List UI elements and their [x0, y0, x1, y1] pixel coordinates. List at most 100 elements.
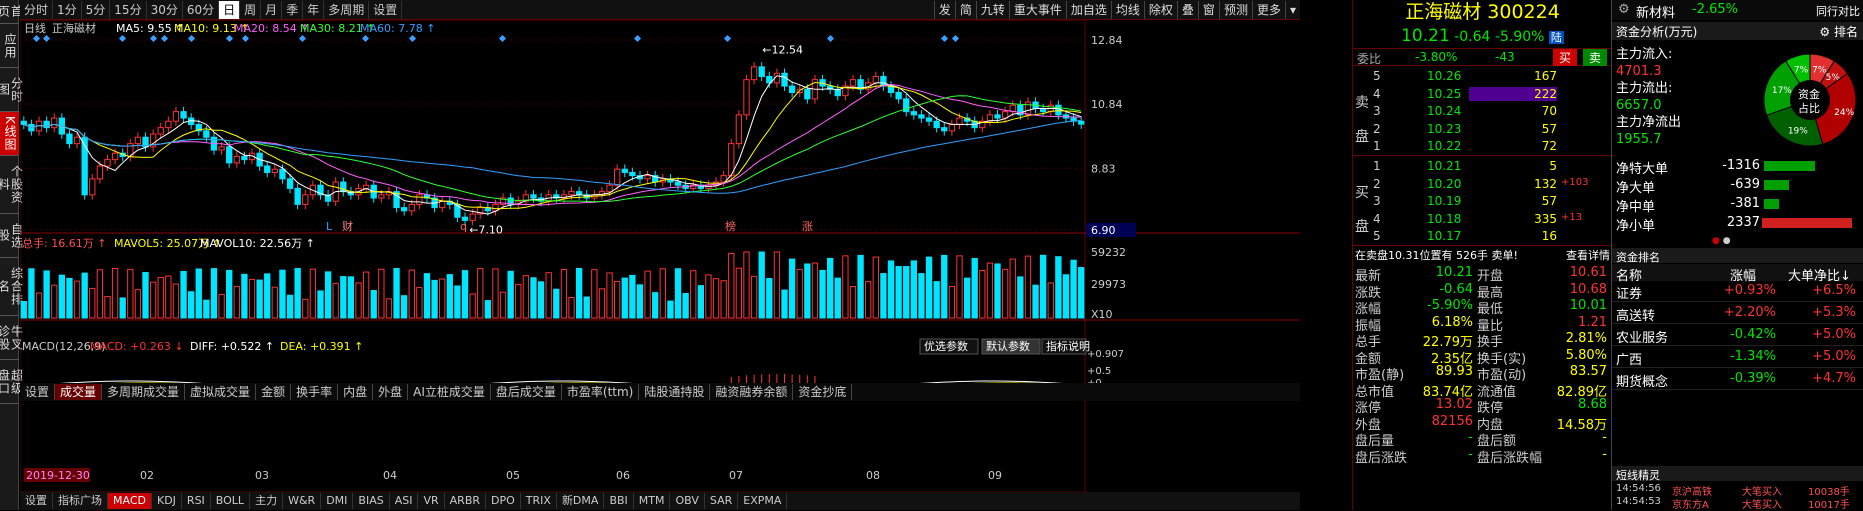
vol-tab[interactable]: 内盘 — [338, 384, 374, 400]
tool-button[interactable]: 均线 — [1110, 1, 1144, 19]
vol-tab[interactable]: 融资融券余额 — [710, 384, 794, 400]
vol-tab[interactable]: 金额 — [256, 384, 292, 400]
notice-link[interactable]: 查看详情 — [1566, 247, 1610, 263]
peer-compare-link[interactable]: 同行对比 — [1816, 3, 1860, 19]
nav-5[interactable]: 自选股 — [0, 214, 24, 258]
nav-7[interactable]: 牛叉诊股 — [0, 316, 24, 360]
event-marker[interactable] — [361, 34, 370, 43]
period-tab[interactable]: 15分 — [110, 0, 147, 19]
event-marker[interactable] — [951, 34, 960, 43]
vol-tab[interactable]: 资金抄底 — [793, 384, 853, 400]
indicator-tab[interactable]: ASI — [390, 493, 419, 509]
event-marker[interactable] — [241, 34, 250, 43]
event-marker[interactable] — [149, 34, 158, 43]
period-tab[interactable]: 年 — [303, 0, 325, 19]
event-tag[interactable]: L — [326, 220, 333, 233]
nav-6[interactable]: 综合排名 — [0, 258, 24, 316]
tool-button[interactable]: 加自选 — [1065, 1, 1111, 19]
vol-tab[interactable]: 盘后成交量 — [491, 384, 562, 400]
order-row[interactable]: 5 10.17 16 — [1353, 228, 1612, 246]
tool-button[interactable]: 简 — [954, 1, 976, 19]
event-marker[interactable] — [940, 34, 949, 43]
kline-chart[interactable]: 12.8410.848.836.90日线 正海磁材 MA5: 9.55 ↑MA10:… — [20, 20, 1300, 492]
vol-tab[interactable]: 陆股通持股 — [639, 384, 711, 400]
rank-row[interactable]: 农业服务 -0.42% +5.0% — [1612, 326, 1863, 346]
indicator-tab[interactable]: 新DMA — [557, 493, 605, 509]
event-marker[interactable] — [408, 34, 417, 43]
period-tab[interactable]: 30分 — [147, 0, 183, 19]
indicator-tab[interactable]: W&R — [283, 493, 322, 509]
tool-button[interactable]: 除权 — [1143, 1, 1177, 19]
period-tab[interactable]: 设置 — [369, 0, 403, 19]
period-tab[interactable]: 60分 — [183, 0, 220, 19]
tool-button[interactable]: 预测 — [1218, 1, 1252, 19]
event-marker[interactable] — [498, 34, 507, 43]
nav-3[interactable]: K线图 — [0, 112, 19, 156]
nav-0[interactable]: 首页 — [0, 0, 24, 24]
event-marker[interactable] — [826, 34, 835, 43]
vol-tab[interactable]: 成交量 — [55, 384, 103, 400]
indicator-tab[interactable]: ARBR — [445, 493, 487, 509]
vol-tab[interactable]: 外盘 — [373, 384, 409, 400]
indicator-tab[interactable]: OBV — [670, 493, 705, 509]
sprite-row[interactable]: 14:54:56 京沪高铁 大笔买入 10038手 — [1612, 482, 1863, 498]
indicator-tab[interactable]: BOLL — [211, 493, 251, 509]
event-tag[interactable]: 财 — [342, 219, 353, 233]
order-row[interactable]: 1 10.21 5 — [1353, 158, 1612, 176]
event-tag[interactable]: 涨 — [802, 220, 813, 233]
indicator-tab[interactable]: MACD — [108, 493, 152, 509]
indicator-tab[interactable]: 指标广场 — [53, 493, 108, 509]
dropdown-icon[interactable]: ▾ — [1284, 1, 1300, 19]
nav-8[interactable]: 超级盘口 — [0, 360, 24, 404]
event-marker[interactable] — [42, 34, 51, 43]
event-marker[interactable] — [118, 34, 127, 43]
pager-dots[interactable]: ● ● — [1712, 236, 1731, 246]
period-tab[interactable]: 5分 — [82, 0, 111, 19]
order-row[interactable]: 2 10.23 57 — [1353, 121, 1612, 139]
order-row[interactable]: 3 10.24 70 — [1353, 103, 1612, 121]
order-row[interactable]: 3 10.19 57 — [1353, 193, 1612, 211]
sell-button[interactable]: 卖 — [1583, 49, 1608, 66]
indicator-tab[interactable]: DPO — [486, 493, 521, 509]
vol-tab[interactable]: 换手率 — [291, 384, 339, 400]
period-tab[interactable]: 日 — [219, 0, 241, 19]
order-row[interactable]: 2 10.20 132 +103 — [1353, 176, 1612, 194]
vol-tab[interactable]: 虚拟成交量 — [185, 384, 257, 400]
event-marker[interactable] — [187, 34, 196, 43]
tool-button[interactable]: 重大事件 — [1008, 1, 1066, 19]
indicator-tab[interactable]: KDJ — [152, 493, 182, 509]
event-marker[interactable] — [32, 34, 41, 43]
rank-row[interactable]: 证券 +0.93% +6.5% — [1612, 282, 1863, 302]
vol-tab[interactable]: AI立桩成交量 — [408, 384, 491, 400]
vol-tab[interactable]: 多周期成交量 — [102, 384, 186, 400]
order-row[interactable]: 1 10.22 72 — [1353, 138, 1612, 156]
period-tab[interactable]: 1分 — [53, 0, 82, 19]
indicator-tab[interactable]: MTM — [634, 493, 671, 509]
rank-row[interactable]: 期货概念 -0.39% +4.7% — [1612, 370, 1863, 390]
tool-button[interactable]: 更多 — [1251, 1, 1285, 19]
indicator-tab[interactable]: BIAS — [353, 493, 390, 509]
event-marker[interactable] — [160, 34, 169, 43]
period-tab[interactable]: 多周期 — [324, 0, 370, 19]
rank-row[interactable]: 广西 -1.34% +5.0% — [1612, 348, 1863, 368]
order-row[interactable]: 4 10.18 335 +13 — [1353, 211, 1612, 229]
period-tab[interactable]: 月 — [261, 0, 283, 19]
tool-button[interactable]: 窗 — [1197, 1, 1219, 19]
period-tab[interactable]: 分时 — [20, 0, 54, 19]
indicator-tab[interactable]: RSI — [182, 493, 211, 509]
event-marker[interactable] — [298, 34, 307, 43]
event-marker[interactable] — [225, 34, 234, 43]
rank-row[interactable]: 高送转 +2.20% +5.3% — [1612, 304, 1863, 324]
period-tab[interactable]: 周 — [240, 0, 262, 19]
indicator-tab[interactable]: DMI — [321, 493, 354, 509]
indicator-tab[interactable]: SAR — [705, 493, 739, 509]
event-tag[interactable]: q — [460, 220, 467, 233]
vol-tab[interactable]: 市盈率(ttm) — [562, 384, 640, 400]
tool-button[interactable]: 九转 — [975, 1, 1009, 19]
indicator-tab[interactable]: TRIX — [521, 493, 557, 509]
indicator-tab[interactable]: VR — [418, 493, 445, 509]
indicator-tab[interactable]: 设置 — [20, 493, 53, 509]
gear-icon[interactable]: ⚙ — [1618, 2, 1630, 17]
tool-button[interactable]: 叠 — [1176, 1, 1198, 19]
event-marker[interactable] — [633, 34, 642, 43]
